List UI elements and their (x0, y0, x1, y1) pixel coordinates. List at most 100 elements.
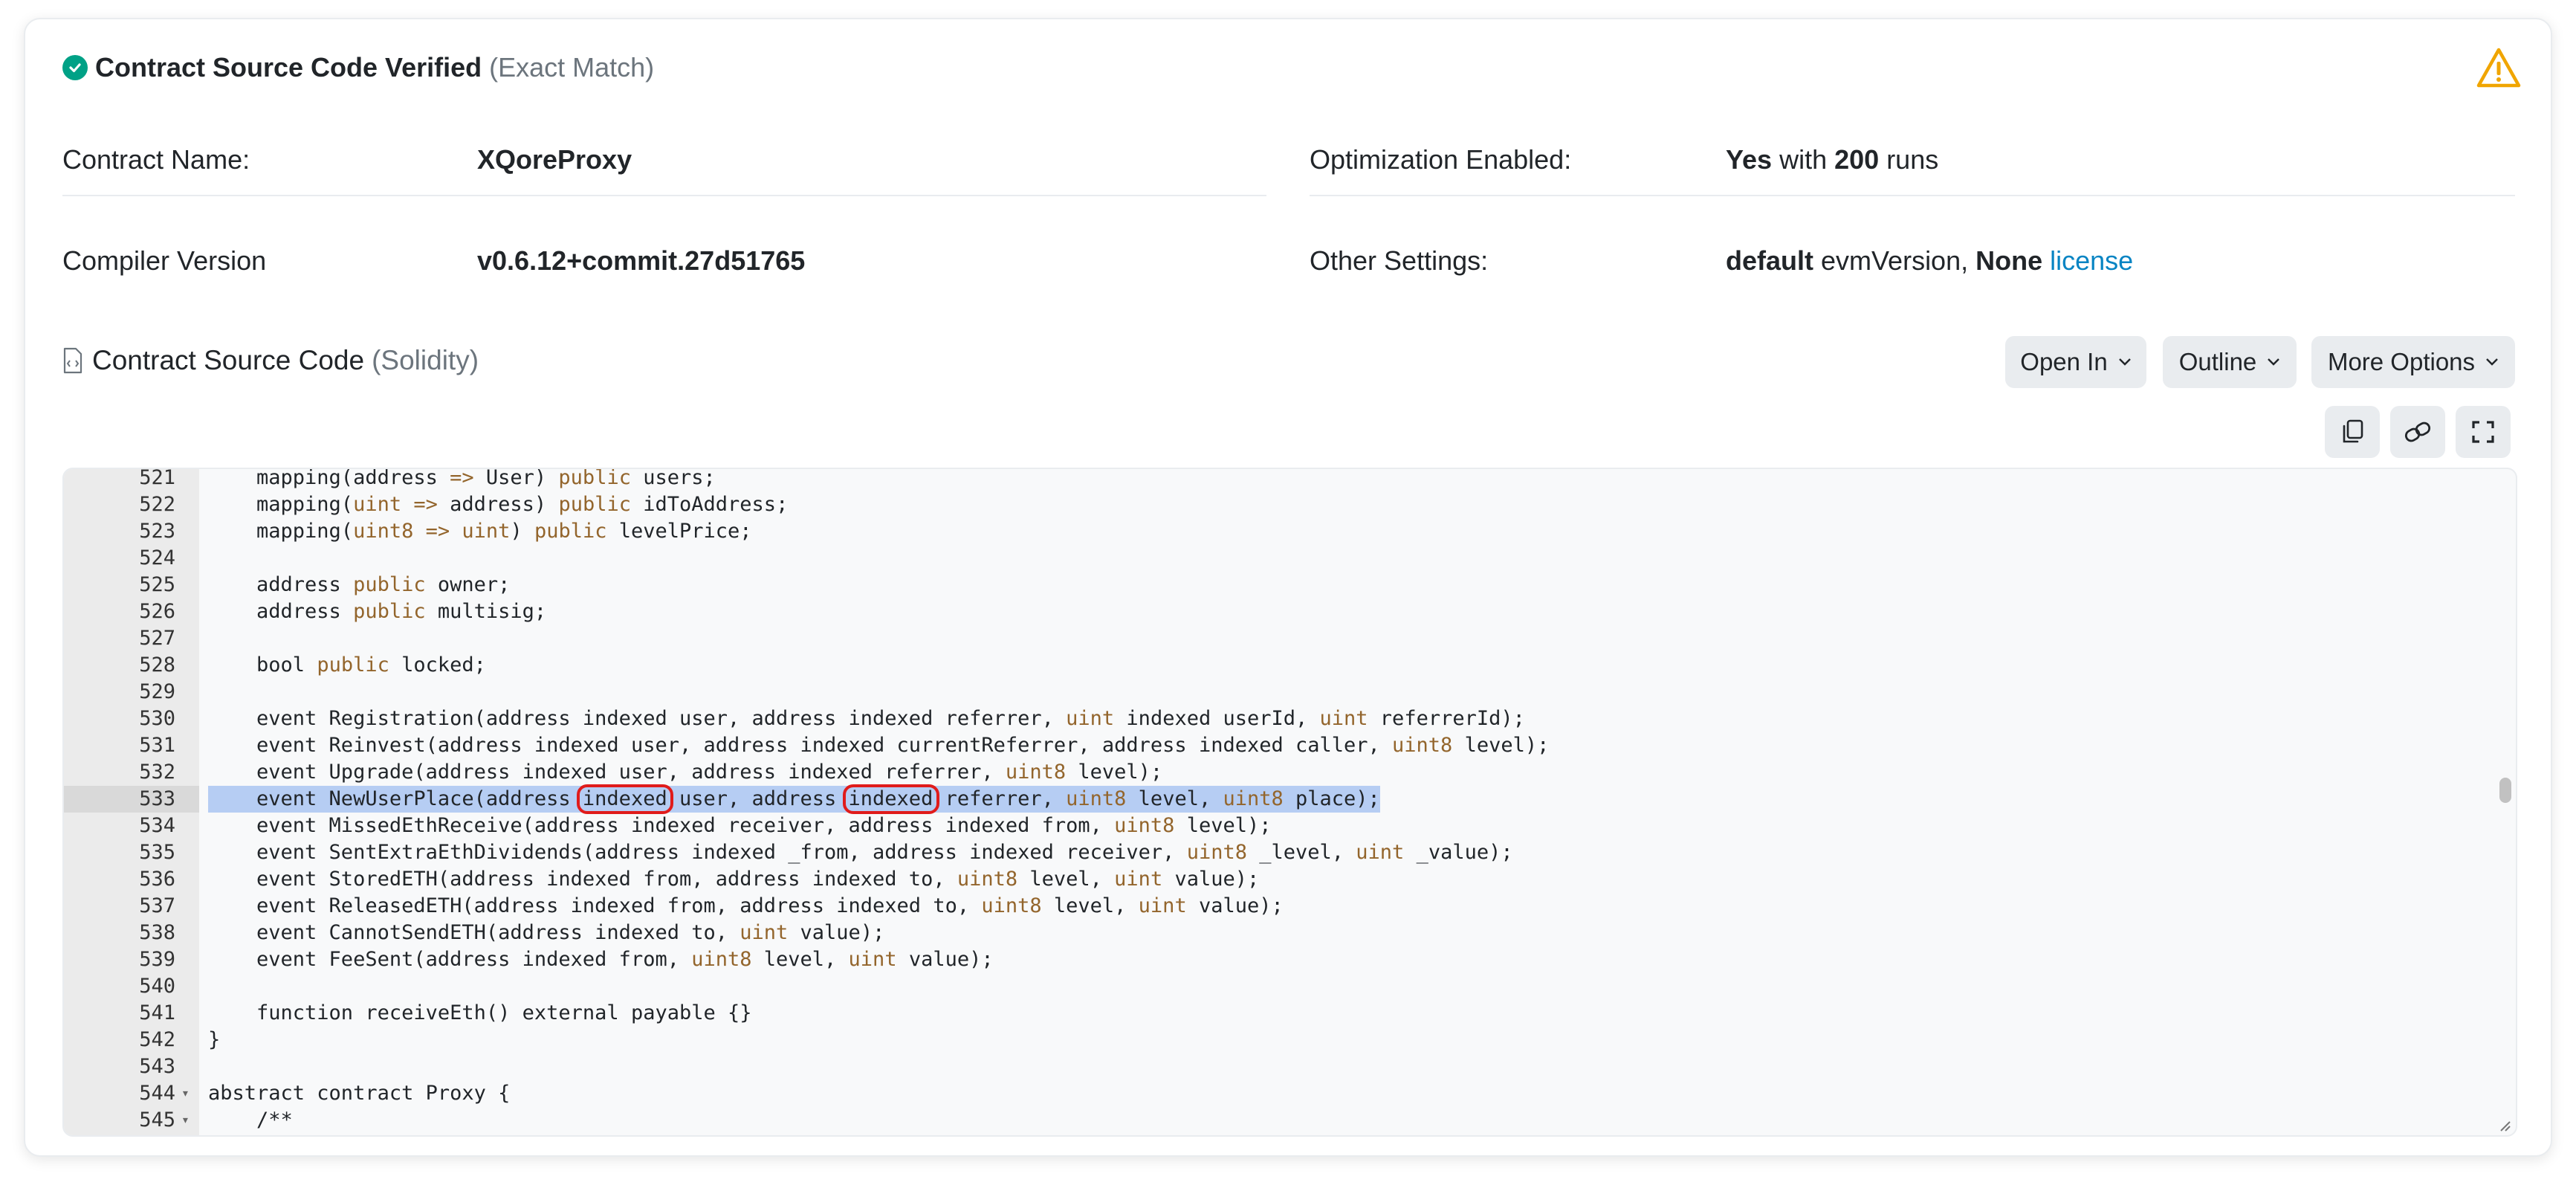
code-line: 533 event NewUserPlace(address indexed u… (64, 786, 2516, 813)
line-number: 530 (139, 707, 175, 730)
code-line: 538 event CannotSendETH(address indexed … (64, 920, 2516, 946)
code-text: function receiveEth() external payable {… (208, 1001, 752, 1024)
code-line: 525 address public owner; (64, 572, 2516, 598)
code-text: event Upgrade(address indexed user, addr… (208, 761, 1163, 784)
code-text: /** (208, 1108, 293, 1131)
line-number: 523 (139, 520, 175, 543)
optimization-with: with (1772, 144, 1835, 175)
code-line: 522 mapping(uint => address) public idTo… (64, 491, 2516, 518)
line-number: 526 (139, 600, 175, 623)
line-number: 543 (139, 1055, 175, 1078)
optimization-yes: Yes (1726, 144, 1773, 175)
code-text: event ReleasedETH(address indexed from, … (208, 894, 1284, 917)
source-code-title: Contract Source Code (Solidity) (62, 345, 479, 376)
other-settings-value: default evmVersion, None license (1726, 245, 2133, 277)
fold-arrow-icon[interactable]: ▾ (181, 1080, 190, 1107)
line-number: 522 (139, 493, 175, 516)
fullscreen-button[interactable] (2456, 406, 2511, 458)
code-line: 542} (64, 1027, 2516, 1053)
code-text: abstract contract Proxy { (208, 1082, 511, 1105)
code-text: event SentExtraEthDividends(address inde… (208, 841, 1513, 864)
code-text: address public multisig; (208, 600, 547, 623)
file-code-icon (63, 347, 82, 374)
line-number: 525 (139, 573, 175, 596)
copy-button[interactable] (2325, 406, 2380, 458)
link-button[interactable] (2390, 406, 2445, 458)
outline-button[interactable]: Outline (2163, 336, 2297, 388)
code-line: 540 (64, 973, 2516, 1000)
code-line: 530 event Registration(address indexed u… (64, 706, 2516, 732)
line-number: 537 (139, 894, 175, 917)
code-text: mapping(address => User) public users; (208, 468, 716, 489)
code-text: event MissedEthReceive(address indexed r… (208, 814, 1272, 837)
code-text: event Reinvest(address indexed user, add… (208, 734, 1550, 757)
line-number: 541 (139, 1001, 175, 1024)
code-line: 531 event Reinvest(address indexed user,… (64, 732, 2516, 759)
more-options-button[interactable]: More Options (2311, 336, 2515, 388)
contract-name-label: Contract Name: (62, 144, 250, 175)
line-number: 528 (139, 653, 175, 677)
code-text: mapping(uint8 => uint) public levelPrice… (208, 520, 752, 543)
code-line: 523 mapping(uint8 => uint) public levelP… (64, 518, 2516, 545)
other-default: default (1726, 245, 1814, 276)
contract-name-value: XQoreProxy (477, 144, 632, 175)
code-line: 524 (64, 545, 2516, 572)
open-in-label: Open In (2020, 348, 2108, 375)
code-text: bool public locked; (208, 653, 486, 677)
code-line: 526 address public multisig; (64, 598, 2516, 625)
source-code-label: Contract Source Code (92, 345, 365, 375)
line-number: 546 (64, 1134, 175, 1135)
check-circle-icon (62, 55, 88, 80)
scrollbar-thumb[interactable] (2499, 778, 2511, 803)
line-number: 524 (139, 546, 175, 569)
open-in-button[interactable]: Open In (2005, 336, 2146, 388)
code-line: 543 (64, 1053, 2516, 1080)
line-number: 534 (139, 814, 175, 837)
code-line: 546 * @dev Delegates the current call to… (64, 1134, 2516, 1135)
outline-label: Outline (2178, 348, 2257, 375)
license-link[interactable]: license (2042, 245, 2133, 276)
line-number: 540 (139, 975, 175, 998)
compiler-value: v0.6.12+commit.27d51765 (477, 245, 806, 276)
line-number: 529 (139, 680, 175, 703)
optimization-value: Yes with 200 runs (1726, 144, 1938, 175)
code-text: event StoredETH(address indexed from, ad… (208, 868, 1260, 891)
code-text: event CannotSendETH(address indexed to, … (208, 921, 885, 944)
resize-handle-icon[interactable] (2498, 1119, 2511, 1132)
code-text: address public owner; (208, 573, 511, 596)
link-icon (2404, 422, 2431, 442)
warning-triangle-icon[interactable] (2476, 48, 2521, 88)
line-number: 539 (139, 948, 175, 971)
annotation-circle (842, 784, 939, 814)
other-none: None (1975, 245, 2043, 276)
chevron-down-icon (2118, 358, 2131, 366)
copy-icon (2343, 419, 2363, 443)
verified-label: Contract Source Code Verified (95, 52, 482, 83)
code-line: 529 (64, 679, 2516, 706)
divider-right (1310, 195, 2515, 196)
code-editor[interactable]: 521 mapping(address => User) public user… (62, 468, 2517, 1137)
verified-header: Contract Source Code Verified (Exact Mat… (62, 52, 654, 83)
code-line: 535 event SentExtraEthDividends(address … (64, 839, 2516, 866)
optimization-label: Optimization Enabled: (1310, 144, 1572, 175)
code-line: 532 event Upgrade(address indexed user, … (64, 759, 2516, 786)
line-number: 531 (139, 734, 175, 757)
code-text: event NewUserPlace(address indexed user,… (208, 786, 1380, 813)
code-line: 541 function receiveEth() external payab… (64, 1000, 2516, 1027)
source-language: (Solidity) (372, 345, 479, 375)
code-line: 536 event StoredETH(address indexed from… (64, 866, 2516, 893)
code-line: 544 ▾ abstract contract Proxy { (64, 1080, 2516, 1107)
chevron-down-icon (2268, 358, 2280, 366)
code-text: event Registration(address indexed user,… (208, 707, 1525, 730)
contract-card: Contract Source Code Verified (Exact Mat… (24, 18, 2552, 1157)
line-number: 544 (139, 1082, 175, 1105)
fold-arrow-icon[interactable]: ▾ (181, 1107, 190, 1134)
code-line: 545 ▾ /** (64, 1107, 2516, 1134)
compiler-label: Compiler Version (62, 245, 267, 276)
code-text: * @dev Delegates the current call to `im… (208, 1134, 921, 1135)
line-number: 535 (139, 841, 175, 864)
line-number: 545 (139, 1108, 175, 1131)
code-text: } (208, 1028, 221, 1051)
optimization-runs-suffix: runs (1879, 144, 1939, 175)
line-number: 538 (139, 921, 175, 944)
